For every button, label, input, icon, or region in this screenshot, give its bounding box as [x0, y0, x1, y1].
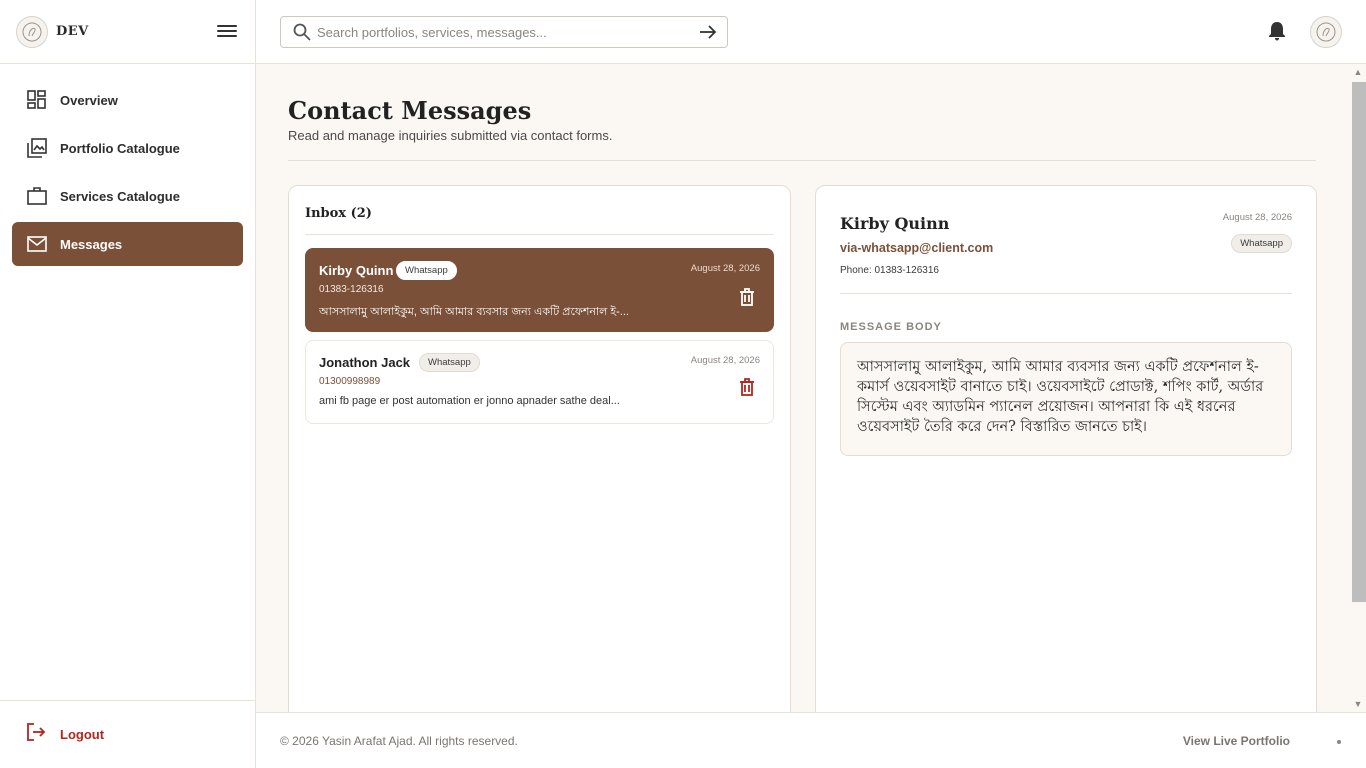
main-content: Contact Messages Read and manage inquiri…	[256, 64, 1350, 712]
source-badge: Whatsapp	[396, 261, 457, 280]
scrollbar-thumb[interactable]	[1352, 82, 1366, 602]
sidebar-item-portfolio-catalogue[interactable]: Portfolio Catalogue	[12, 126, 243, 170]
sidebar-item-label: Messages	[60, 236, 123, 252]
message-sender-name: Kirby Quinn	[319, 263, 394, 278]
detail-phone: Phone: 01383-126316	[840, 265, 939, 276]
divider	[288, 160, 1316, 161]
message-detail-panel: Kirby Quinn August 28, 2026 Whatsapp via…	[815, 185, 1317, 712]
search-input[interactable]	[317, 24, 697, 40]
source-badge: Whatsapp	[1231, 234, 1292, 253]
trash-icon[interactable]	[737, 377, 757, 397]
logout-icon	[26, 722, 46, 747]
message-phone: 01300998989	[319, 376, 381, 387]
sidebar-item-label: Services Catalogue	[60, 188, 180, 204]
divider	[840, 293, 1292, 294]
arrow-right-icon[interactable]	[697, 21, 719, 43]
source-badge: Whatsapp	[419, 353, 480, 372]
sidebar-item-services-catalogue[interactable]: Services Catalogue	[12, 174, 243, 218]
message-preview: ami fb page er post automation er jonno …	[319, 395, 620, 407]
sidebar-item-overview[interactable]: Overview	[12, 78, 243, 122]
brand-name: DEV	[56, 24, 89, 39]
divider	[305, 234, 774, 235]
dashboard-icon	[26, 89, 48, 111]
top-bar	[256, 0, 1366, 64]
detail-email-link[interactable]: via-whatsapp@client.com	[840, 241, 993, 255]
sidebar-item-messages[interactable]: Messages	[12, 222, 243, 266]
message-body-label: MESSAGE BODY	[840, 321, 942, 333]
dot-icon	[1337, 740, 1341, 744]
message-date: August 28, 2026	[690, 263, 760, 274]
scrollbar[interactable]: ▲ ▼	[1350, 64, 1366, 712]
avatar[interactable]	[1310, 16, 1342, 48]
logout-label: Logout	[60, 727, 105, 742]
sidebar: DEV Overview Portfolio Catalogue Service…	[0, 0, 256, 768]
inbox-title: Inbox (2)	[305, 206, 372, 221]
logout-button[interactable]: Logout	[0, 700, 255, 768]
message-sender-name: Jonathon Jack	[319, 355, 411, 370]
hamburger-menu-button[interactable]	[217, 22, 237, 42]
mail-icon	[26, 233, 48, 255]
inbox-panel: Inbox (2) Kirby Quinn Whatsapp August 28…	[288, 185, 791, 712]
message-item-kirby-quinn[interactable]: Kirby Quinn Whatsapp August 28, 2026 013…	[305, 248, 774, 332]
message-date: August 28, 2026	[690, 355, 760, 366]
message-body: আসসালামু আলাইকুম, আমি আমার ব্যবসার জন্য …	[840, 342, 1292, 456]
search-icon	[293, 23, 311, 41]
brand-header: DEV	[0, 0, 255, 64]
sidebar-item-label: Overview	[60, 92, 118, 108]
view-live-portfolio-link[interactable]: View Live Portfolio	[1183, 734, 1290, 748]
logo-icon	[16, 15, 48, 48]
page-subtitle: Read and manage inquiries submitted via …	[288, 128, 613, 143]
search-bar	[280, 16, 728, 48]
briefcase-icon	[26, 185, 48, 207]
page-title: Contact Messages	[288, 96, 532, 125]
detail-sender-name: Kirby Quinn	[840, 214, 950, 233]
sidebar-item-label: Portfolio Catalogue	[60, 140, 180, 156]
sidebar-nav: Overview Portfolio Catalogue Services Ca…	[0, 64, 255, 266]
bell-icon[interactable]	[1266, 20, 1288, 42]
scroll-down-icon[interactable]: ▼	[1353, 699, 1363, 709]
gallery-icon	[26, 137, 48, 159]
footer: © 2026 Yasin Arafat Ajad. All rights res…	[256, 712, 1366, 768]
scroll-up-icon[interactable]: ▲	[1353, 67, 1363, 77]
message-phone: 01383-126316	[319, 284, 384, 295]
message-item-jonathon-jack[interactable]: Jonathon Jack Whatsapp August 28, 2026 0…	[305, 340, 774, 424]
message-preview: আসসালামু আলাইকুম, আমি আমার ব্যবসার জন্য …	[319, 306, 629, 318]
detail-date: August 28, 2026	[1222, 212, 1292, 223]
trash-icon[interactable]	[737, 287, 757, 307]
copyright-text: © 2026 Yasin Arafat Ajad. All rights res…	[280, 734, 518, 748]
